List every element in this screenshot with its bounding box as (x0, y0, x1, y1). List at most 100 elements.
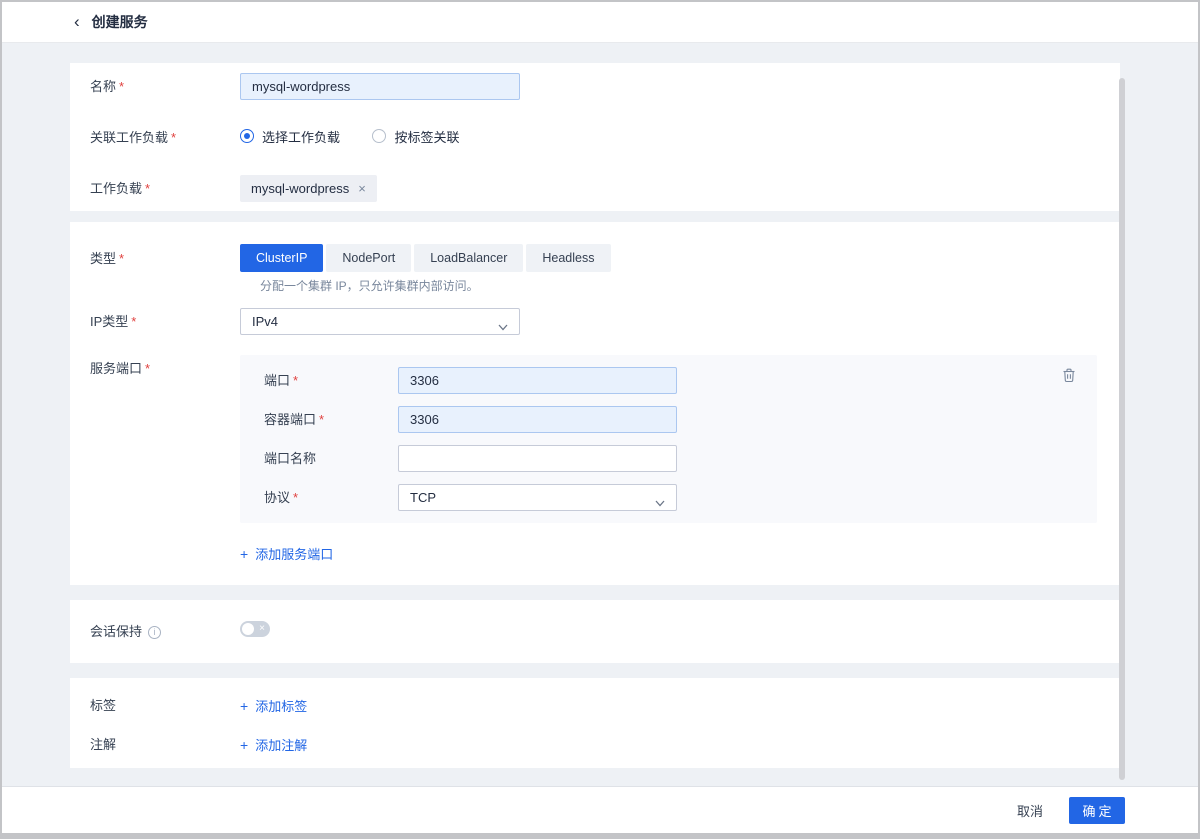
required-mark: * (119, 251, 124, 266)
protocol-label: 协议* (264, 484, 398, 511)
add-annotation-text: 添加注解 (255, 735, 307, 754)
required-mark: * (293, 490, 298, 505)
plus-icon: + (240, 699, 248, 713)
add-service-port-label: 添加服务端口 (255, 544, 333, 563)
container-port-label-text: 容器端口 (264, 412, 316, 427)
delete-port-icon[interactable] (1062, 368, 1076, 383)
chevron-down-icon (655, 495, 665, 510)
required-mark: * (119, 79, 124, 94)
workload-association-radios: 选择工作负载 按标签关联 (240, 127, 1100, 149)
page-title: 创建服务 (92, 12, 148, 32)
type-option-loadbalancer[interactable]: LoadBalancer (414, 244, 523, 272)
port-name-input[interactable] (398, 445, 677, 472)
metadata-card: 标签 + 添加标签 注解 + 添加注解 (70, 678, 1120, 768)
workload-association-label-text: 关联工作负载 (90, 130, 168, 145)
workload-row: 工作负载* mysql-wordpress × (90, 175, 1100, 202)
radio-checked-icon (240, 129, 254, 143)
ip-type-label-text: IP类型 (90, 314, 128, 329)
workload-association-row: 关联工作负载* 选择工作负载 按标签关联 (90, 124, 1100, 151)
session-toggle[interactable]: × (240, 621, 270, 637)
container-port-row: 容器端口* (264, 406, 1097, 433)
type-option-clusterip[interactable]: ClusterIP (240, 244, 323, 272)
page-header: ‹ 创建服务 (2, 2, 1198, 43)
name-input[interactable] (240, 73, 520, 100)
basic-info-card: 名称* 关联工作负载* 选择工作负载 按标签关联 (70, 63, 1120, 211)
protocol-row: 协议* TCP (264, 484, 1097, 511)
name-label-text: 名称 (90, 79, 116, 94)
port-name-label: 端口名称 (264, 445, 398, 472)
type-label: 类型* (90, 245, 240, 272)
ip-type-row: IP类型* IPv4 (90, 308, 1100, 335)
required-mark: * (145, 181, 150, 196)
session-label-text: 会话保持 (90, 624, 142, 639)
required-mark: * (171, 130, 176, 145)
add-label-text: 添加标签 (255, 696, 307, 715)
toggle-off-icon: × (259, 622, 265, 636)
radio-select-workload[interactable]: 选择工作负载 (240, 127, 340, 146)
type-label-text: 类型 (90, 251, 116, 266)
info-icon: i (148, 626, 161, 639)
type-row: 类型* ClusterIP NodePort LoadBalancer Head… (90, 244, 1100, 272)
radio-by-label-label: 按标签关联 (394, 127, 459, 146)
port-name-label-text: 端口名称 (264, 451, 316, 466)
add-service-port-link[interactable]: + 添加服务端口 (240, 544, 333, 563)
create-service-page: ‹ 创建服务 名称* 关联工作负载* 选择工作负载 按标 (0, 0, 1200, 839)
workload-association-label: 关联工作负载* (90, 124, 240, 151)
labels-row: 标签 + 添加标签 (90, 696, 1100, 716)
ip-type-value: IPv4 (252, 314, 278, 329)
labels-label-text: 标签 (90, 698, 116, 713)
annotations-label-text: 注解 (90, 737, 116, 752)
service-ports-label: 服务端口* (90, 355, 240, 382)
required-mark: * (145, 361, 150, 376)
workload-label: 工作负载* (90, 175, 240, 202)
protocol-value: TCP (410, 490, 436, 505)
ok-button[interactable]: 确定 (1069, 797, 1125, 824)
ip-type-select[interactable]: IPv4 (240, 308, 520, 335)
name-row: 名称* (90, 73, 1100, 100)
required-mark: * (293, 373, 298, 388)
plus-icon: + (240, 738, 248, 752)
port-label: 端口* (264, 367, 398, 394)
annotations-label: 注解 (90, 735, 240, 755)
session-card: 会话保持 i × (70, 600, 1120, 663)
back-icon[interactable]: ‹ (74, 13, 80, 30)
footer-bar: 取消 确定 (2, 786, 1198, 833)
service-port-panel: 端口* 容器端口* 端口名称 (240, 355, 1097, 523)
annotations-row: 注解 + 添加注解 (90, 735, 1100, 755)
protocol-label-text: 协议 (264, 490, 290, 505)
chevron-down-icon (498, 319, 508, 334)
plus-icon: + (240, 547, 248, 561)
container-port-input[interactable] (398, 406, 677, 433)
workload-tag: mysql-wordpress × (240, 175, 377, 202)
required-mark: * (131, 314, 136, 329)
cancel-button[interactable]: 取消 (1017, 801, 1043, 820)
required-mark: * (319, 412, 324, 427)
toggle-knob (242, 623, 254, 635)
type-ports-card: 类型* ClusterIP NodePort LoadBalancer Head… (70, 222, 1120, 585)
add-label-link[interactable]: + 添加标签 (240, 696, 307, 715)
type-hint-text: 分配一个集群 IP，只允许集群内部访问。 (260, 278, 1100, 294)
workload-label-text: 工作负载 (90, 181, 142, 196)
port-name-row: 端口名称 (264, 445, 1097, 472)
port-label-text: 端口 (264, 373, 290, 388)
container-port-label: 容器端口* (264, 406, 398, 433)
ip-type-label: IP类型* (90, 308, 240, 335)
name-label: 名称* (90, 73, 240, 100)
port-input[interactable] (398, 367, 677, 394)
labels-label: 标签 (90, 696, 240, 716)
radio-select-workload-label: 选择工作负载 (262, 127, 340, 146)
session-label: 会话保持 i (90, 618, 240, 645)
type-option-headless[interactable]: Headless (526, 244, 610, 272)
protocol-select[interactable]: TCP (398, 484, 677, 511)
workload-tag-text: mysql-wordpress (251, 181, 349, 196)
tag-close-icon[interactable]: × (358, 181, 366, 196)
radio-by-label[interactable]: 按标签关联 (372, 127, 459, 146)
type-button-group: ClusterIP NodePort LoadBalancer Headless (240, 244, 1100, 272)
type-option-nodeport[interactable]: NodePort (326, 244, 411, 272)
service-ports-label-text: 服务端口 (90, 361, 142, 376)
add-annotation-link[interactable]: + 添加注解 (240, 735, 307, 754)
port-row: 端口* (264, 367, 1097, 394)
radio-unchecked-icon (372, 129, 386, 143)
service-ports-row: 服务端口* 端口* 容器端口* (90, 355, 1100, 564)
scrollbar-thumb[interactable] (1119, 78, 1125, 780)
